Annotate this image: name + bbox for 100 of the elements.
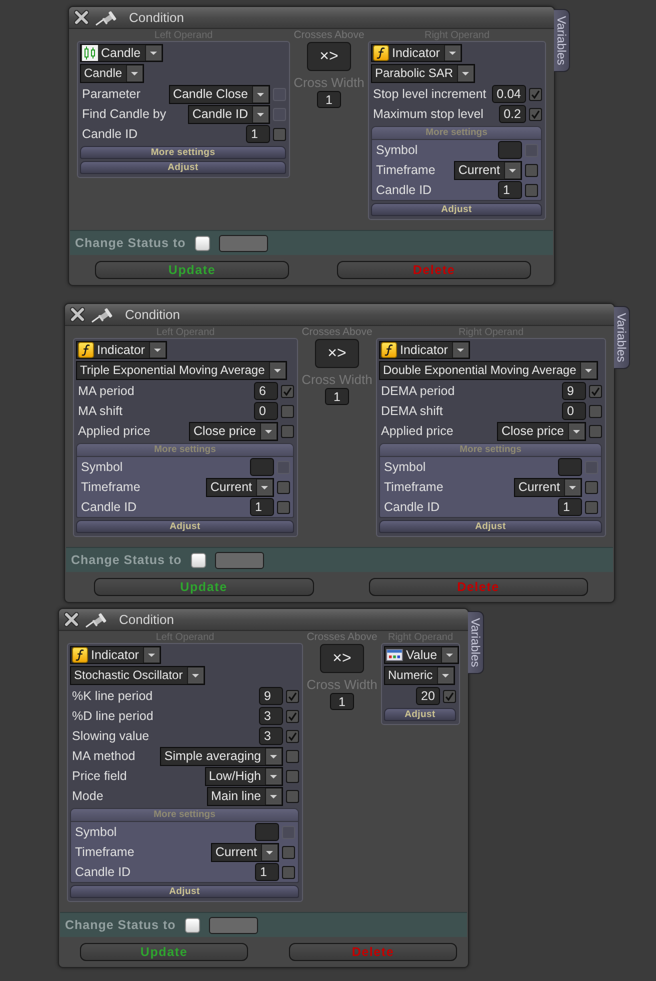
subtype-dropdown[interactable]: Parabolic SAR	[371, 64, 476, 83]
operator-button[interactable]: ×>	[320, 644, 364, 673]
field-label: Timeframe	[376, 162, 436, 178]
type-dropdown[interactable]: Candle	[80, 44, 163, 62]
input-field[interactable]: 0.2	[498, 105, 526, 123]
checkbox[interactable]	[273, 128, 286, 140]
operator-button[interactable]: ×>	[315, 339, 359, 368]
checkbox[interactable]	[286, 790, 299, 802]
input-field[interactable]: 1	[325, 388, 349, 405]
subtype-dropdown[interactable]: Stochastic Oscillator	[70, 666, 205, 685]
checkbox[interactable]	[525, 164, 538, 176]
adjust-button[interactable]: Adjust	[379, 520, 602, 533]
checkbox[interactable]	[194, 236, 210, 250]
checkbox[interactable]	[277, 480, 290, 494]
operator-button[interactable]: ×>	[307, 42, 351, 71]
checkbox[interactable]	[286, 730, 299, 742]
input-field[interactable]: 9	[259, 687, 283, 705]
checkbox[interactable]	[286, 750, 299, 762]
adjust-button[interactable]: Adjust	[80, 161, 286, 174]
pin-icon[interactable]	[91, 306, 113, 322]
input-field[interactable]: 3	[259, 727, 283, 745]
dropdown[interactable]: Current	[514, 478, 582, 496]
type-dropdown[interactable]: Value	[384, 646, 460, 664]
checkbox[interactable]	[585, 480, 598, 494]
checkbox[interactable]	[282, 866, 295, 878]
check-icon	[531, 110, 540, 118]
checkbox[interactable]	[589, 424, 602, 438]
input-field[interactable]: 1	[558, 498, 582, 516]
checkbox[interactable]	[286, 710, 299, 722]
dropdown[interactable]: Low/High	[204, 766, 283, 786]
checkbox[interactable]	[184, 918, 200, 932]
input-field[interactable]: 1	[246, 125, 270, 143]
dropdown[interactable]: Close price	[189, 422, 278, 440]
checkbox[interactable]	[277, 500, 290, 514]
subtype-dropdown[interactable]: Candle	[80, 64, 144, 83]
input-field[interactable]: 1	[250, 498, 274, 516]
input-field[interactable]: 1	[330, 693, 354, 710]
dropdown[interactable]: Main line	[206, 786, 283, 806]
checkbox[interactable]	[525, 184, 538, 196]
close-icon[interactable]	[70, 307, 85, 322]
variables-tab[interactable]: Variables	[468, 611, 484, 674]
status-field[interactable]	[214, 552, 264, 568]
type-dropdown[interactable]: Indicator	[371, 44, 462, 62]
pin-icon[interactable]	[95, 10, 117, 26]
input-field[interactable]: 3	[259, 707, 283, 725]
function-icon	[72, 647, 88, 663]
dropdown[interactable]: Current	[211, 842, 279, 862]
input-field[interactable]: 1	[498, 181, 522, 199]
variables-tab[interactable]: Variables	[554, 9, 570, 72]
input-field[interactable]	[250, 458, 274, 476]
type-dropdown[interactable]: Indicator	[70, 646, 161, 664]
input-field[interactable]	[498, 141, 522, 159]
dropdown[interactable]: Close price	[497, 422, 586, 440]
window-icon	[386, 649, 403, 661]
dropdown[interactable]: Current	[206, 478, 274, 496]
checkbox[interactable]	[286, 690, 299, 702]
checkbox[interactable]	[585, 500, 598, 514]
pin-icon[interactable]	[85, 612, 107, 628]
status-field[interactable]	[218, 234, 268, 252]
dropdown[interactable]: Current	[454, 160, 522, 180]
subtype-dropdown[interactable]: Double Exponential Moving Average	[379, 361, 598, 380]
type-dropdown[interactable]: Indicator	[379, 341, 470, 359]
input-field[interactable]: 9	[562, 382, 586, 400]
more-settings-button[interactable]: More settings	[80, 146, 286, 159]
adjust-button[interactable]: Adjust	[70, 885, 299, 898]
input-field[interactable]: 0.04	[492, 85, 526, 103]
type-dropdown[interactable]: Indicator	[76, 341, 167, 359]
subtype-dropdown[interactable]: Triple Exponential Moving Average	[76, 361, 287, 380]
input-field[interactable]	[255, 823, 279, 841]
checkbox[interactable]	[282, 846, 295, 858]
adjust-button[interactable]: Adjust	[371, 203, 542, 216]
checkbox[interactable]	[281, 384, 294, 398]
adjust-button[interactable]: Adjust	[384, 708, 456, 721]
dropdown[interactable]: Simple averaging	[160, 746, 283, 766]
subtype-dropdown[interactable]: Numeric	[384, 666, 455, 685]
field-label: MA period	[78, 384, 136, 398]
status-field[interactable]	[208, 916, 258, 934]
adjust-button[interactable]: Adjust	[76, 520, 294, 533]
checkbox[interactable]	[281, 404, 294, 418]
checkbox[interactable]	[589, 404, 602, 418]
status-label: Change Status to	[75, 236, 186, 250]
input-field[interactable]: 20	[416, 687, 440, 705]
status-label: Change Status to	[71, 552, 182, 568]
checkbox[interactable]	[286, 770, 299, 782]
checkbox[interactable]	[529, 88, 542, 100]
variables-tab[interactable]: Variables	[614, 306, 630, 369]
checkbox[interactable]	[281, 424, 294, 438]
input-field[interactable]: 1	[255, 863, 279, 881]
input-field[interactable]: 6	[254, 382, 278, 400]
input-field[interactable]: 0	[562, 402, 586, 420]
checkbox[interactable]	[443, 690, 456, 702]
input-field[interactable]: 1	[317, 91, 341, 108]
input-field[interactable]: 0	[254, 402, 278, 420]
checkbox[interactable]	[190, 552, 206, 568]
close-icon[interactable]	[64, 612, 79, 627]
checkbox[interactable]	[529, 108, 542, 120]
caret-icon	[568, 422, 585, 440]
checkbox[interactable]	[589, 384, 602, 398]
input-field[interactable]	[558, 458, 582, 476]
close-icon[interactable]	[74, 10, 89, 25]
